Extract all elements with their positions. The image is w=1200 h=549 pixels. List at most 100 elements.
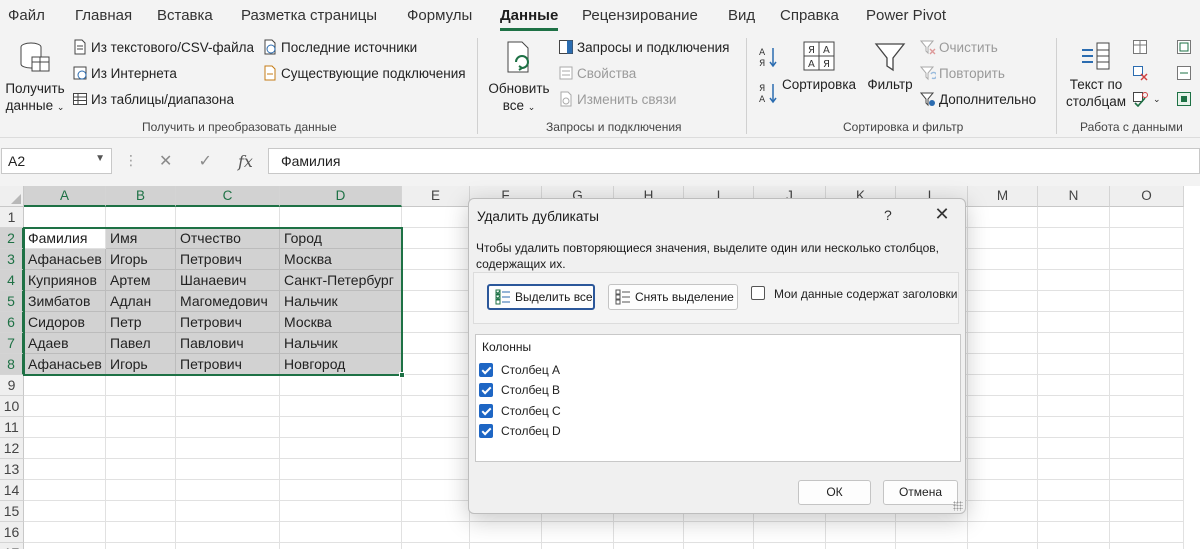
close-icon[interactable]: ✕ bbox=[931, 203, 953, 225]
cell-a11[interactable] bbox=[24, 417, 106, 438]
column-b-checkbox[interactable] bbox=[479, 383, 493, 397]
cell-c11[interactable] bbox=[176, 417, 280, 438]
refresh-all-button[interactable]: Обновить все ⌄ bbox=[484, 40, 554, 116]
cell-m15[interactable] bbox=[968, 501, 1038, 522]
tab-help[interactable]: Справка bbox=[780, 7, 839, 24]
column-d-checkbox[interactable] bbox=[479, 424, 493, 438]
cell-c10[interactable] bbox=[176, 396, 280, 417]
cell-b12[interactable] bbox=[106, 438, 176, 459]
cell-b1[interactable] bbox=[106, 207, 176, 228]
cell-c14[interactable] bbox=[176, 480, 280, 501]
cell-c13[interactable] bbox=[176, 459, 280, 480]
cell-h16[interactable] bbox=[614, 522, 684, 543]
cell-b3[interactable]: Игорь bbox=[106, 249, 176, 270]
cell-n6[interactable] bbox=[1038, 312, 1110, 333]
from-web-button[interactable]: Из Интернета bbox=[72, 65, 177, 81]
cell-d8[interactable]: Новгород bbox=[280, 354, 402, 375]
cell-o9[interactable] bbox=[1110, 375, 1184, 396]
cell-m9[interactable] bbox=[968, 375, 1038, 396]
sort-az-button[interactable]: А Я bbox=[758, 46, 778, 71]
cell-j16[interactable] bbox=[754, 522, 826, 543]
cell-b5[interactable]: Адлан bbox=[106, 291, 176, 312]
cell-m5[interactable] bbox=[968, 291, 1038, 312]
cell-o2[interactable] bbox=[1110, 228, 1184, 249]
cell-e2[interactable] bbox=[402, 228, 470, 249]
cell-a16[interactable] bbox=[24, 522, 106, 543]
cell-n7[interactable] bbox=[1038, 333, 1110, 354]
cell-f16[interactable] bbox=[470, 522, 542, 543]
ok-button[interactable]: ОК bbox=[798, 480, 871, 505]
cell-m3[interactable] bbox=[968, 249, 1038, 270]
cell-i16[interactable] bbox=[684, 522, 754, 543]
properties-button[interactable]: Свойства bbox=[558, 65, 636, 81]
cell-b14[interactable] bbox=[106, 480, 176, 501]
cell-n8[interactable] bbox=[1038, 354, 1110, 375]
tab-power-pivot[interactable]: Power Pivot bbox=[866, 7, 946, 24]
cell-a8[interactable]: Афанасьев bbox=[24, 354, 106, 375]
cell-b2[interactable]: Имя bbox=[106, 228, 176, 249]
cell-d13[interactable] bbox=[280, 459, 402, 480]
tab-formulas[interactable]: Формулы bbox=[407, 7, 472, 24]
cell-d7[interactable]: Нальчик bbox=[280, 333, 402, 354]
cell-o4[interactable] bbox=[1110, 270, 1184, 291]
cell-d16[interactable] bbox=[280, 522, 402, 543]
sort-button[interactable]: Я А А Я Сортировка bbox=[780, 40, 858, 93]
cell-o1[interactable] bbox=[1110, 207, 1184, 228]
cell-e12[interactable] bbox=[402, 438, 470, 459]
row-header-1[interactable]: 1 bbox=[0, 207, 24, 228]
get-data-button[interactable]: Получить данные ⌄ bbox=[4, 40, 66, 116]
cell-n16[interactable] bbox=[1038, 522, 1110, 543]
tab-insert[interactable]: Вставка bbox=[157, 7, 213, 24]
row-header-12[interactable]: 12 bbox=[0, 438, 24, 459]
consolidate-button[interactable] bbox=[1176, 39, 1195, 55]
resize-grip-icon[interactable] bbox=[953, 501, 963, 511]
cell-c4[interactable]: Шанаевич bbox=[176, 270, 280, 291]
cell-h17[interactable] bbox=[614, 543, 684, 549]
cell-c7[interactable]: Павлович bbox=[176, 333, 280, 354]
cell-o7[interactable] bbox=[1110, 333, 1184, 354]
row-header-15[interactable]: 15 bbox=[0, 501, 24, 522]
cell-d4[interactable]: Санкт-Петербург bbox=[280, 270, 402, 291]
cell-d2[interactable]: Город bbox=[280, 228, 402, 249]
select-all-corner[interactable] bbox=[0, 186, 24, 207]
row-header-14[interactable]: 14 bbox=[0, 480, 24, 501]
cell-b8[interactable]: Игорь bbox=[106, 354, 176, 375]
tab-file[interactable]: Файл bbox=[8, 7, 45, 24]
cell-b11[interactable] bbox=[106, 417, 176, 438]
cell-i17[interactable] bbox=[684, 543, 754, 549]
cell-o8[interactable] bbox=[1110, 354, 1184, 375]
list-item[interactable]: Столбец B bbox=[479, 381, 560, 399]
existing-connections-button[interactable]: Существующие подключения bbox=[262, 65, 466, 81]
sort-za-button[interactable]: Я А bbox=[758, 82, 778, 107]
relationships-button[interactable] bbox=[1176, 65, 1195, 81]
cell-c5[interactable]: Магомедович bbox=[176, 291, 280, 312]
list-item[interactable]: Столбец A bbox=[479, 361, 560, 379]
cell-m4[interactable] bbox=[968, 270, 1038, 291]
cell-e17[interactable] bbox=[402, 543, 470, 549]
cell-k16[interactable] bbox=[826, 522, 896, 543]
cell-d1[interactable] bbox=[280, 207, 402, 228]
cell-a3[interactable]: Афанасьев bbox=[24, 249, 106, 270]
cell-o3[interactable] bbox=[1110, 249, 1184, 270]
cell-e1[interactable] bbox=[402, 207, 470, 228]
data-validation-button[interactable]: ⌄ bbox=[1132, 91, 1161, 107]
row-header-10[interactable]: 10 bbox=[0, 396, 24, 417]
clear-filter-button[interactable]: Очистить bbox=[920, 39, 998, 55]
cell-a12[interactable] bbox=[24, 438, 106, 459]
cell-g16[interactable] bbox=[542, 522, 614, 543]
column-header-a[interactable]: A bbox=[24, 186, 106, 207]
cell-n13[interactable] bbox=[1038, 459, 1110, 480]
cell-e4[interactable] bbox=[402, 270, 470, 291]
filter-button[interactable]: Фильтр bbox=[864, 40, 916, 93]
cell-e9[interactable] bbox=[402, 375, 470, 396]
row-header-7[interactable]: 7 bbox=[0, 333, 24, 354]
fill-handle[interactable] bbox=[399, 372, 405, 378]
cell-o15[interactable] bbox=[1110, 501, 1184, 522]
row-header-16[interactable]: 16 bbox=[0, 522, 24, 543]
cell-n10[interactable] bbox=[1038, 396, 1110, 417]
cell-c1[interactable] bbox=[176, 207, 280, 228]
edit-links-button[interactable]: Изменить связи bbox=[558, 91, 676, 107]
cell-n4[interactable] bbox=[1038, 270, 1110, 291]
cell-b6[interactable]: Петр bbox=[106, 312, 176, 333]
cell-c8[interactable]: Петрович bbox=[176, 354, 280, 375]
